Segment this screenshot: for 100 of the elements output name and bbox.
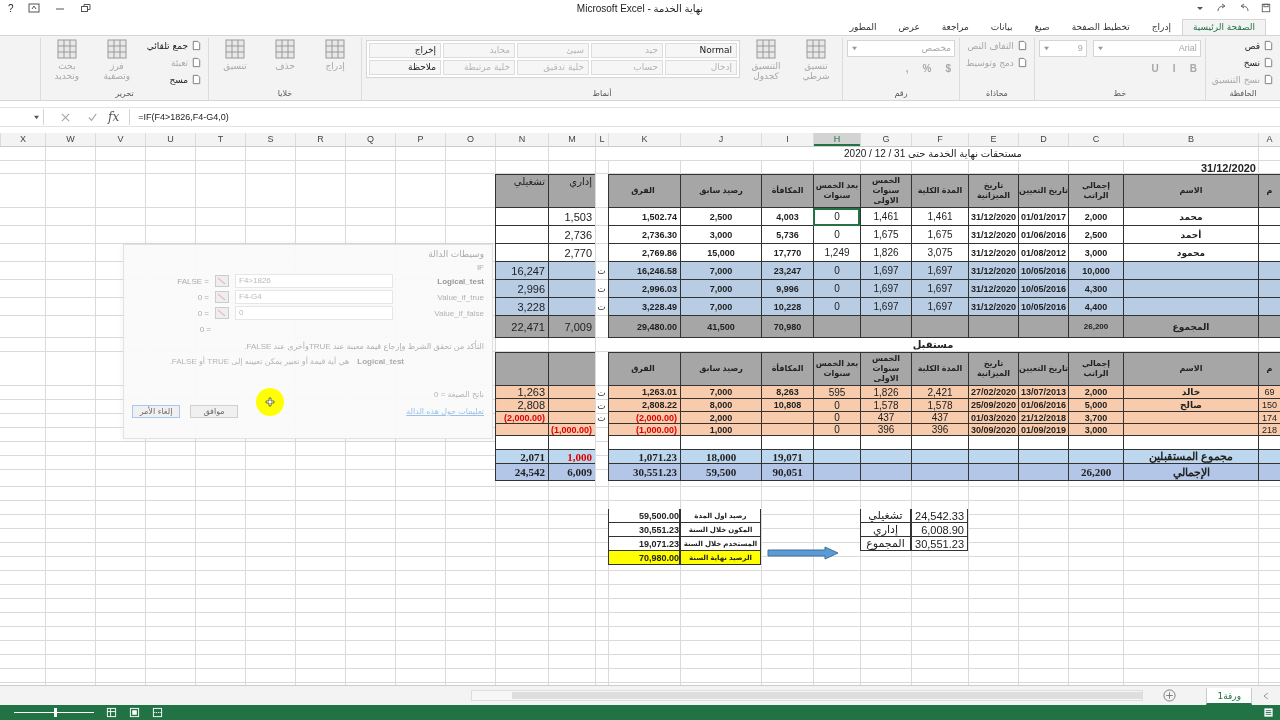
table-cell: 9,996 <box>761 280 813 298</box>
ribbon-button[interactable]: نسخ <box>1209 54 1276 71</box>
column-heading[interactable]: F <box>911 133 968 146</box>
table-cell: 30,551.23 <box>608 464 680 481</box>
column-heading[interactable]: E <box>968 133 1018 146</box>
table-cell: 1,461 <box>911 208 968 226</box>
column-heading[interactable]: R <box>295 133 345 146</box>
table-cell <box>1258 298 1280 316</box>
formula-field[interactable]: =IF(F4>1826,F4-G4,0) <box>129 109 1280 126</box>
table-cell: 1,697 <box>911 298 968 316</box>
column-heading[interactable]: U <box>145 133 195 146</box>
ribbon-group-label: أنماط <box>591 89 613 101</box>
column-heading[interactable]: K <box>608 133 680 146</box>
page-break-icon[interactable] <box>152 707 163 719</box>
column-heading[interactable]: P <box>395 133 445 146</box>
row-marker: ت <box>596 301 607 314</box>
table-cell <box>1018 436 1068 450</box>
column-heading[interactable]: N <box>495 133 548 146</box>
normal-view-icon[interactable] <box>106 707 117 719</box>
column-heading[interactable]: J <box>680 133 761 146</box>
cell-style[interactable]: Normal <box>665 42 738 58</box>
table-cell: 1,578 <box>911 399 968 412</box>
column-heading[interactable]: V <box>95 133 145 146</box>
page-icon[interactable] <box>1263 707 1274 719</box>
table-cell: إداري <box>860 523 911 537</box>
ribbon-tab[interactable]: صيغ <box>1023 18 1061 35</box>
table-cell: 19,071.23 <box>608 537 680 551</box>
column-heading[interactable]: L <box>595 133 608 146</box>
column-heading[interactable]: H <box>813 133 860 146</box>
column-heading[interactable]: D <box>1018 133 1068 146</box>
table-cell: 2,769.86 <box>608 244 680 262</box>
table-cell: 10/05/2016 <box>1018 262 1068 280</box>
column-heading[interactable]: X <box>0 133 45 146</box>
table-cell: 396 <box>860 424 911 436</box>
column-heading[interactable]: C <box>1068 133 1123 146</box>
table-cell: 218 <box>1258 424 1280 436</box>
table-cell <box>548 436 595 450</box>
table-cell: 01/08/2012 <box>1018 244 1068 262</box>
column-heading[interactable]: S <box>245 133 295 146</box>
column-header: الخمس سنوات الاولى <box>860 174 911 208</box>
horizontal-scrollbar[interactable] <box>471 690 1144 702</box>
ribbon-tab[interactable]: بيانات <box>979 18 1024 35</box>
column-heading[interactable]: T <box>195 133 245 146</box>
ribbon-tab[interactable]: تخطيط الصفحة <box>1060 18 1141 35</box>
cancel-icon[interactable] <box>60 111 71 123</box>
help-button[interactable]: ? <box>8 2 14 14</box>
ribbon-button[interactable]: قص <box>1209 37 1276 54</box>
table-cell: 10/05/2016 <box>1018 298 1068 316</box>
redo-icon[interactable] <box>1216 3 1228 14</box>
table-cell: 1,697 <box>911 262 968 280</box>
table-cell: 2,071 <box>495 450 548 464</box>
ribbon-display-icon[interactable] <box>27 3 40 14</box>
table-cell <box>495 352 548 386</box>
table-cell: 19,071 <box>761 450 813 464</box>
page-layout-icon[interactable] <box>129 707 140 719</box>
field-value: مخصص <box>921 43 952 54</box>
column-heading[interactable]: Q <box>345 133 395 146</box>
column-heading[interactable]: W <box>45 133 95 146</box>
scroll-left-icon[interactable] <box>1262 691 1270 700</box>
table-cell: 2,808 <box>495 399 548 412</box>
column-heading[interactable]: B <box>1123 133 1258 146</box>
dialog-button[interactable]: موافق <box>190 405 238 418</box>
column-heading[interactable]: M <box>548 133 595 146</box>
table-cell <box>548 386 595 399</box>
insert-function-button[interactable]: fx <box>108 110 120 125</box>
table-cell: 1,675 <box>860 226 911 244</box>
undo-icon[interactable] <box>1238 3 1250 14</box>
table-cell <box>813 464 860 481</box>
column-heading[interactable]: A <box>1258 133 1280 146</box>
table-cell: 595 <box>813 386 860 399</box>
ribbon-tab[interactable]: المطور <box>838 18 888 35</box>
caret-icon <box>1042 45 1050 51</box>
ribbon-button[interactable]: جمع تلقائي <box>144 37 205 54</box>
column-heading[interactable]: O <box>445 133 495 146</box>
table-cell: 2,000 <box>1068 386 1123 399</box>
table-cell <box>548 262 595 280</box>
table-cell-text: 31/12/2020 <box>1199 161 1257 174</box>
table-cell: 01/06/2016 <box>1018 226 1068 244</box>
ribbon-button[interactable]: مسح <box>144 71 205 88</box>
table-cell <box>1258 262 1280 280</box>
table-cell <box>813 436 860 450</box>
cell-style[interactable]: إخراج <box>369 42 442 58</box>
cell-style[interactable]: ملاحظة <box>369 59 442 75</box>
enter-icon[interactable] <box>87 111 98 123</box>
ribbon-tab[interactable]: عرض <box>887 18 931 35</box>
ribbon-tab[interactable]: إدراج <box>1140 18 1182 35</box>
table-cell: 25/09/2020 <box>968 399 1018 412</box>
table-cell: 01/01/2017 <box>1018 208 1068 226</box>
save-icon[interactable] <box>1260 3 1272 14</box>
column-heading[interactable]: I <box>761 133 813 146</box>
ribbon-tab[interactable]: مراجعة <box>930 18 980 35</box>
dialog-button[interactable]: إلغاء الأمر <box>132 405 180 418</box>
zoom-slider[interactable] <box>14 708 94 718</box>
table-cell: 31/12/2020 <box>968 262 1018 280</box>
sheet-tab[interactable]: ورقة1 <box>1206 688 1252 706</box>
add-sheet-icon[interactable] <box>1163 689 1177 703</box>
table-cell: 3,000 <box>680 226 761 244</box>
table-cell: 30,551.23 <box>608 523 680 537</box>
ribbon-tab[interactable]: الصفحة الرئيسية <box>1181 18 1266 35</box>
restore-icon[interactable] <box>79 3 92 14</box>
